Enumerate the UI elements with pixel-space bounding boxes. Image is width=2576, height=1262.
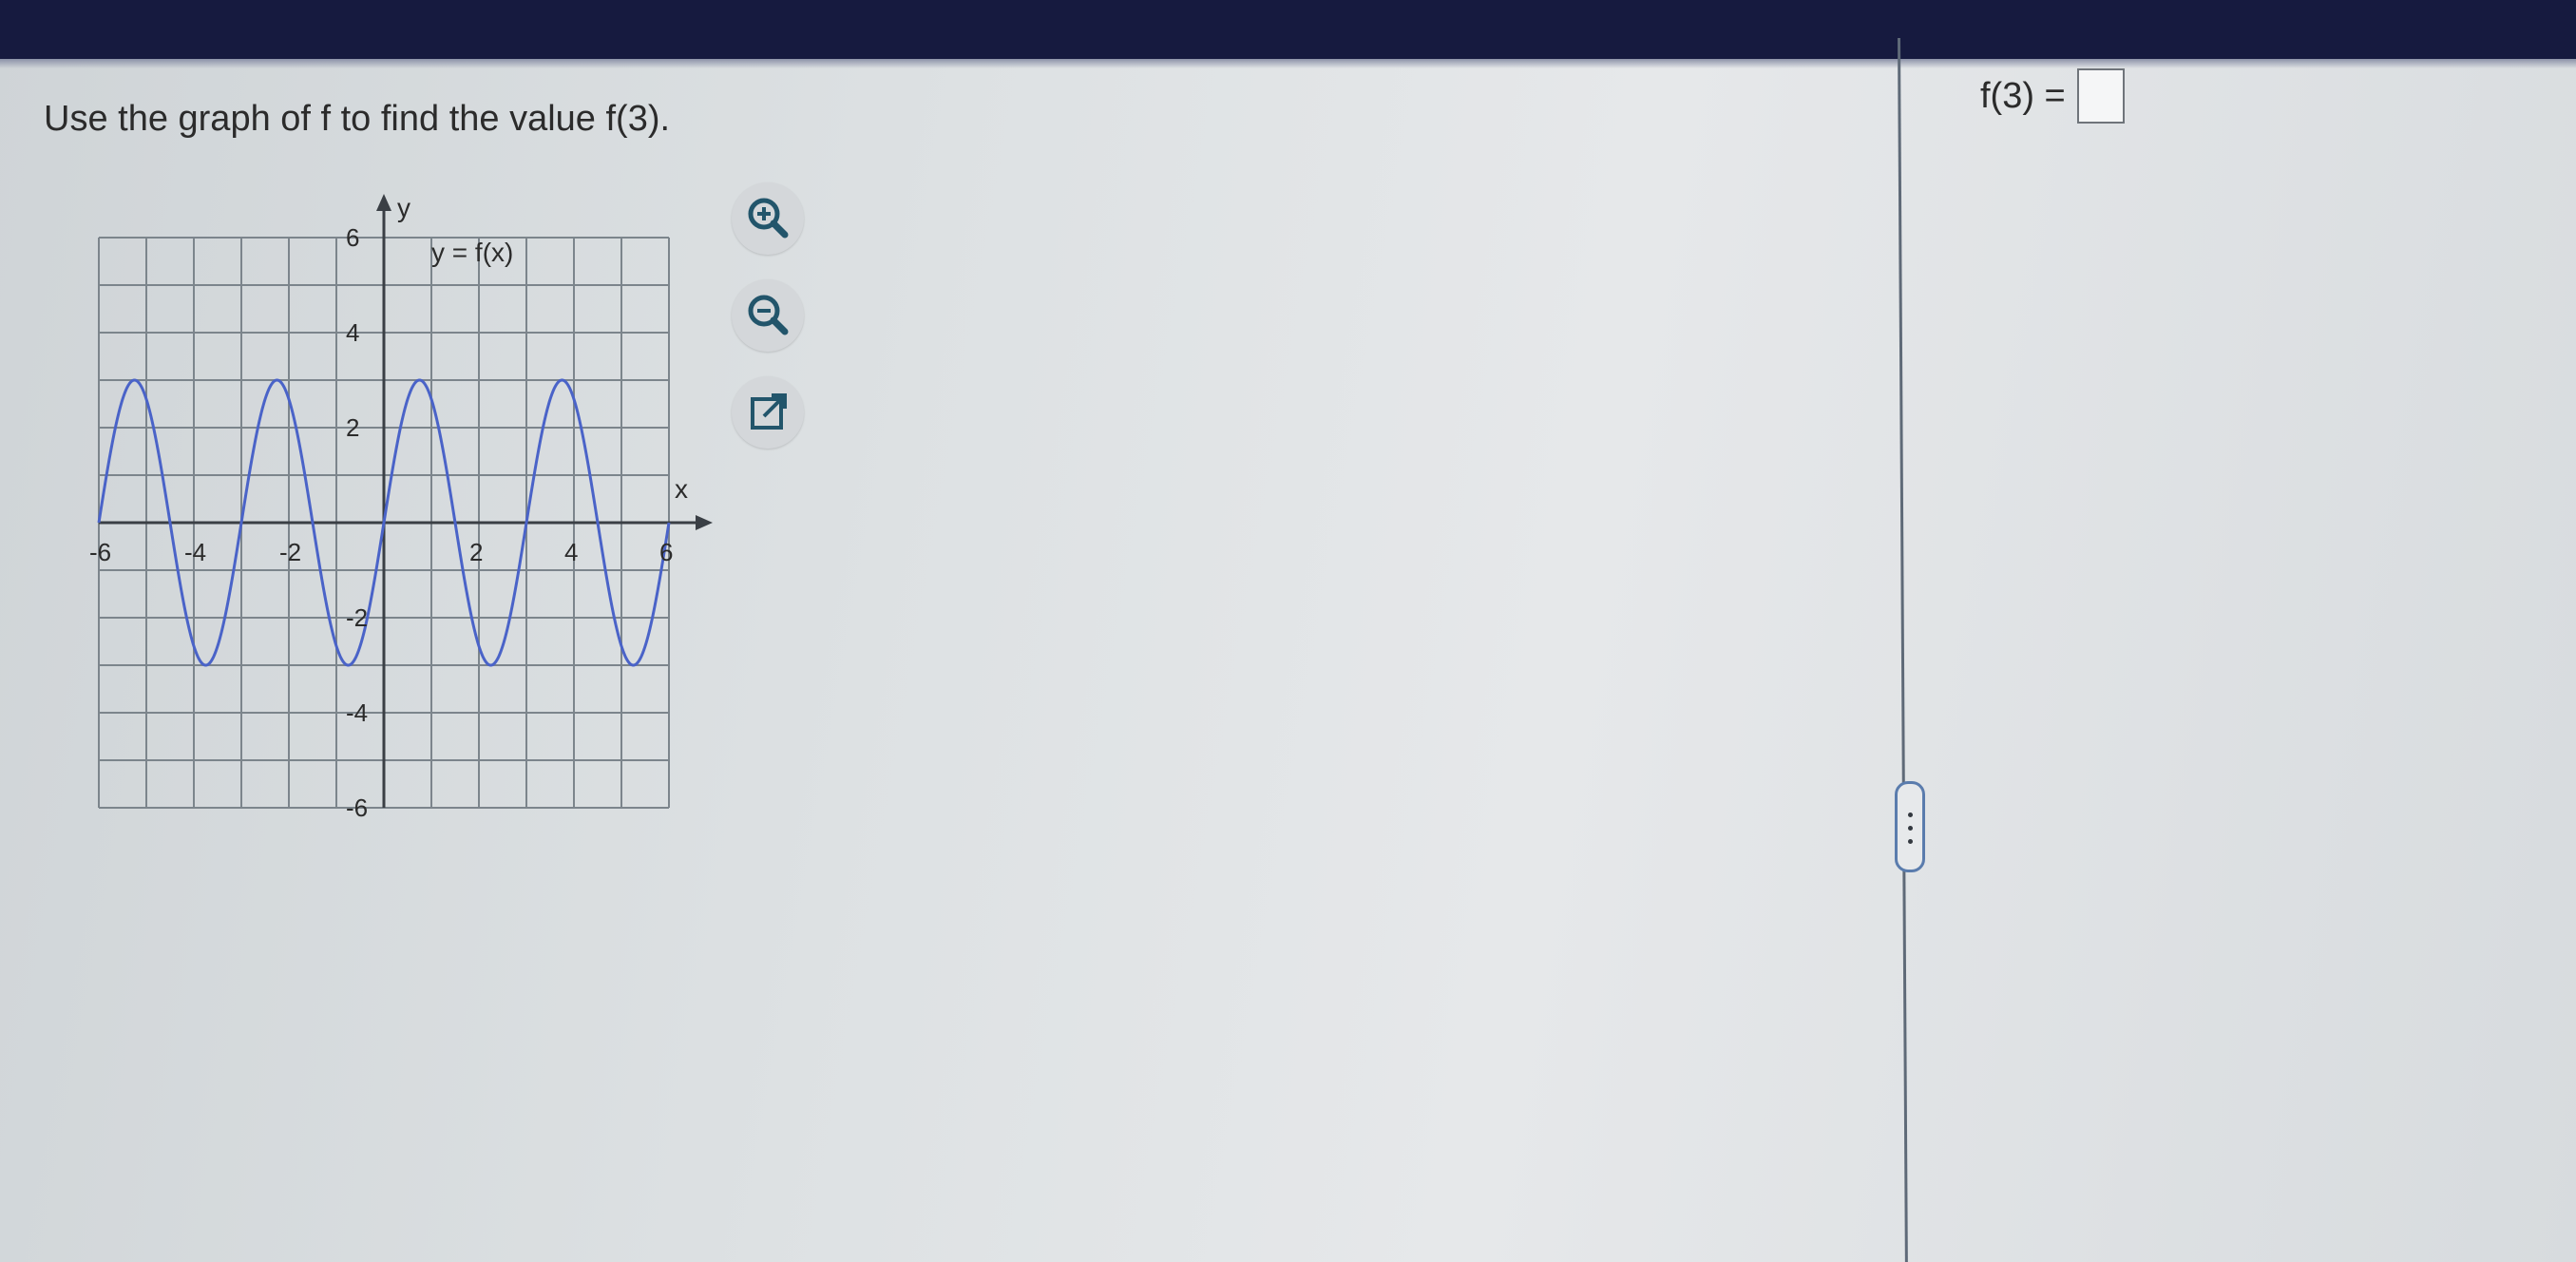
x-tick-label: 2 (469, 538, 483, 566)
curve-label: y = f(x) (431, 238, 513, 267)
y-tick-label: -2 (346, 603, 368, 632)
x-axis-arrow (696, 515, 713, 530)
app-window: Use the graph of f to find the value f(3… (0, 0, 2576, 1262)
top-bar (0, 0, 2576, 59)
pane-resize-handle[interactable] (1895, 781, 1925, 872)
x-tick-label: -4 (184, 538, 206, 566)
y-tick-label: 2 (346, 413, 359, 442)
x-tick-label: 6 (659, 538, 673, 566)
function-graph: x y y = f(x) -6 -4 -2 2 4 6 6 4 2 -2 -4 -6 (89, 193, 713, 822)
pop-out-button[interactable] (732, 376, 804, 449)
x-tick-label: -6 (89, 538, 111, 566)
zoom-in-icon (748, 198, 789, 239)
zoom-out-icon (748, 295, 789, 335)
pane-divider (1898, 37, 1908, 1262)
y-tick-label: 4 (346, 318, 359, 347)
zoom-out-button[interactable] (732, 279, 804, 352)
graph-labels: x y y = f(x) (397, 193, 688, 504)
answer-input[interactable] (2076, 68, 2125, 124)
handle-dot (1908, 826, 1913, 831)
zoom-in-button[interactable] (732, 182, 804, 255)
x-axis-label: x (675, 474, 688, 504)
x-tick-label: -2 (279, 538, 301, 566)
y-tick-label: -6 (346, 794, 368, 822)
x-tick-label: 4 (564, 538, 578, 566)
handle-dot (1908, 839, 1913, 844)
question-text: Use the graph of f to find the value f(3… (44, 99, 671, 139)
y-tick-label: 6 (346, 223, 359, 252)
answer-area: f(3) = (1980, 68, 2125, 124)
y-tick-label: -4 (346, 698, 368, 727)
handle-dot (1908, 813, 1913, 817)
pop-out-icon (751, 393, 787, 430)
y-axis-label: y (397, 193, 410, 222)
answer-label: f(3) = (1980, 75, 2066, 116)
top-bar-shadow (0, 59, 2576, 68)
y-axis-arrow (376, 194, 391, 211)
